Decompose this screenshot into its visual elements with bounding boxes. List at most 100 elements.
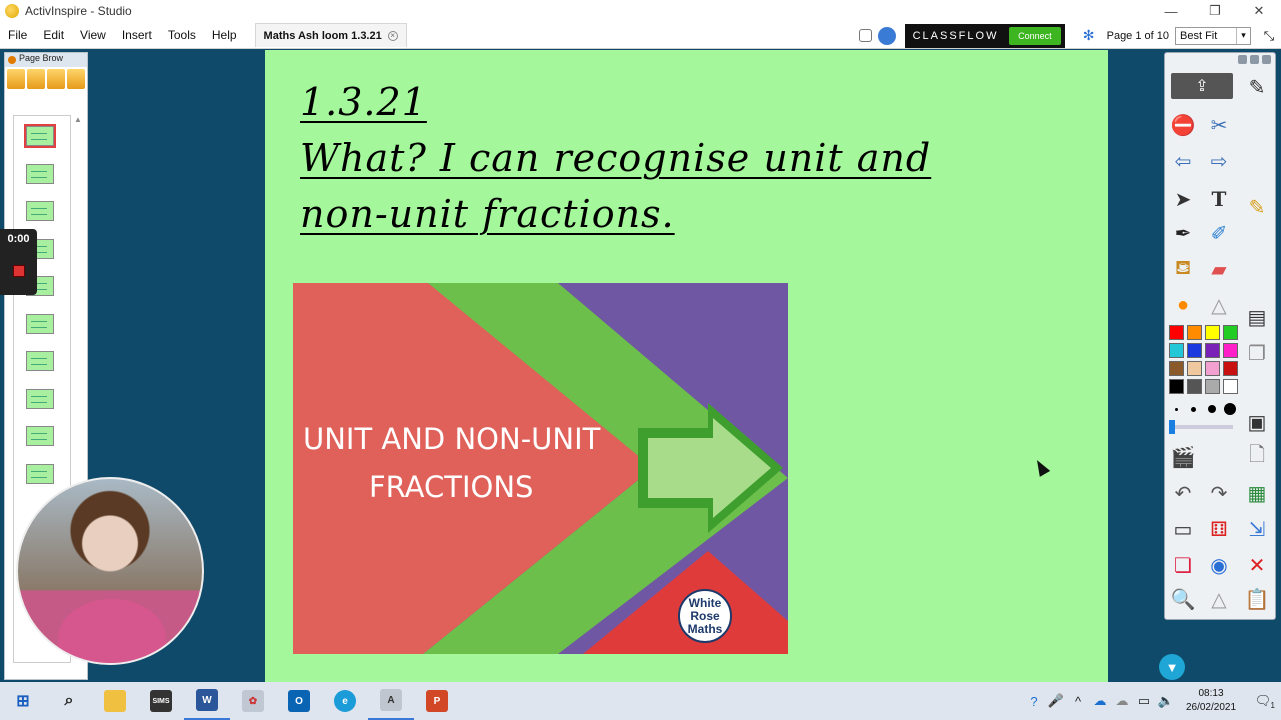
save-icon[interactable]: ▣ [1243, 408, 1271, 436]
pen-icon[interactable]: ✒ [1169, 219, 1197, 247]
pen-size-1[interactable] [1175, 408, 1178, 411]
menu-view[interactable]: View [72, 22, 114, 49]
word-button[interactable]: W [184, 682, 230, 720]
undo-icon[interactable]: ↶ [1169, 479, 1197, 507]
menu-insert[interactable]: Insert [114, 22, 160, 49]
color-swatch[interactable] [1205, 379, 1220, 394]
sims-button[interactable]: SIMS [138, 682, 184, 720]
pb-tool-icon[interactable] [27, 69, 45, 89]
color-picker-icon[interactable]: ● [1169, 291, 1197, 319]
export-icon[interactable]: ⇲ [1243, 515, 1271, 543]
clipboard-icon[interactable]: 📋 [1243, 585, 1271, 613]
previous-page-icon[interactable]: ⇦ [1169, 147, 1197, 175]
profile-pen-icon[interactable]: ✎ [1243, 73, 1271, 101]
resource-library-icon[interactable]: ❏ [1169, 551, 1197, 579]
text-icon[interactable]: T [1205, 185, 1233, 213]
chevron-up-icon[interactable]: ^ [1067, 690, 1089, 712]
maximize-button[interactable]: ❐ [1193, 0, 1237, 22]
select-icon[interactable]: ➤ [1169, 185, 1197, 213]
cloud-icon[interactable]: ☁ [1111, 690, 1133, 712]
pen-size-4[interactable] [1224, 403, 1236, 415]
document-tab[interactable]: Maths Ash loom 1.3.21 × [254, 23, 407, 47]
close-button[interactable]: ✕ [1237, 0, 1281, 22]
color-swatch[interactable] [1223, 379, 1238, 394]
shape-icon[interactable]: △ [1205, 291, 1233, 319]
collapse-toolbox-icon[interactable]: ▼ [1159, 654, 1185, 680]
shape-recognition-icon[interactable]: △ [1205, 585, 1233, 613]
page-thumbnail[interactable] [26, 163, 54, 184]
clock[interactable]: 08:13 26/02/2021 [1177, 687, 1245, 715]
stop-record-button[interactable] [12, 265, 25, 277]
extensions-icon[interactable] [877, 26, 896, 45]
pb-tool-icon[interactable] [7, 69, 25, 89]
next-page-icon[interactable]: ⇨ [1205, 147, 1233, 175]
color-swatch[interactable] [1169, 379, 1184, 394]
onedrive-icon[interactable]: ☁ [1089, 690, 1111, 712]
notifications-icon[interactable]: 🗨 1 [1245, 690, 1281, 712]
color-swatch[interactable] [1187, 325, 1202, 340]
page-thumbnail[interactable] [26, 426, 54, 446]
page-thumbnail[interactable] [26, 201, 54, 221]
tab-close-icon[interactable]: × [387, 30, 398, 41]
color-swatch[interactable] [1223, 361, 1238, 376]
powerpoint-button[interactable]: P [414, 682, 460, 720]
highlighter-icon[interactable]: ✐ [1205, 219, 1233, 247]
color-swatch[interactable] [1223, 325, 1238, 340]
color-swatch[interactable] [1169, 361, 1184, 376]
fill-icon[interactable]: ⛾ [1169, 255, 1197, 283]
start-button[interactable]: ⊞ [0, 682, 46, 720]
color-swatch[interactable] [1187, 343, 1202, 358]
file-explorer-button[interactable] [92, 682, 138, 720]
page-thumbnail[interactable] [26, 463, 54, 484]
layer-icon[interactable]: ▤ [1243, 303, 1271, 331]
share-button[interactable]: ⇪ [1171, 73, 1233, 99]
menu-help[interactable]: Help [204, 22, 245, 49]
volume-icon[interactable]: 🔈 [1155, 690, 1177, 712]
page-notes-icon[interactable] [858, 29, 872, 42]
page-thumbnail[interactable] [24, 124, 56, 148]
dice-icon[interactable]: ⚅ [1205, 515, 1233, 543]
color-swatch[interactable] [1205, 325, 1220, 340]
outlook-button[interactable]: O [276, 682, 322, 720]
classflow-connect-button[interactable]: Connect [1009, 26, 1061, 45]
fullscreen-icon[interactable]: ⤡ [1260, 27, 1278, 45]
scroll-up-icon[interactable]: ▲ [73, 115, 83, 124]
no-entry-icon[interactable]: ⛔ [1169, 111, 1197, 139]
zoom-select[interactable]: Best Fit ▾ [1175, 26, 1251, 45]
color-swatch[interactable] [1187, 379, 1202, 394]
help-icon[interactable]: ? [1023, 690, 1045, 712]
magnifier-icon[interactable]: 🔍 [1169, 585, 1197, 613]
eraser-icon[interactable]: ▰ [1205, 255, 1233, 283]
network-icon[interactable]: ▭ [1133, 690, 1155, 712]
page-thumbnail[interactable] [26, 388, 54, 409]
pb-tool-icon[interactable] [67, 69, 85, 89]
snowflake-icon[interactable]: ✻ [1080, 27, 1098, 45]
tools-icon[interactable]: ✂ [1205, 111, 1233, 139]
color-swatch[interactable] [1169, 343, 1184, 358]
blank-page-icon[interactable]: 🗋 [1243, 443, 1271, 471]
color-swatch[interactable] [1187, 361, 1202, 376]
pen-size-2[interactable] [1191, 407, 1196, 412]
delete-icon[interactable]: ✕ [1243, 551, 1271, 579]
search-button[interactable]: ⌕ [46, 682, 92, 720]
landscape-image-icon[interactable]: ▦ [1243, 479, 1271, 507]
menu-tools[interactable]: Tools [160, 22, 204, 49]
pen-size-3[interactable] [1208, 405, 1216, 413]
pen-width-slider[interactable] [1169, 420, 1233, 434]
copy-icon[interactable]: ❐ [1243, 339, 1271, 367]
microphone-icon[interactable]: 🎤 [1045, 690, 1067, 712]
reset-page-icon[interactable]: ▭ [1169, 515, 1197, 543]
color-swatch[interactable] [1223, 343, 1238, 358]
edge-button[interactable]: e [322, 682, 368, 720]
minimize-button[interactable]: — [1149, 0, 1193, 22]
color-swatch[interactable] [1169, 325, 1184, 340]
clapperboard-icon[interactable]: 🎬 [1169, 443, 1197, 471]
activinspire-button[interactable]: A [368, 682, 414, 720]
color-swatch[interactable] [1205, 361, 1220, 376]
menu-edit[interactable]: Edit [35, 22, 72, 49]
pen-tool-side-icon[interactable]: ✎ [1243, 193, 1271, 221]
pb-tool-icon[interactable] [47, 69, 65, 89]
page-thumbnail[interactable] [26, 313, 54, 334]
redo-icon[interactable]: ↷ [1205, 479, 1233, 507]
page-thumbnail[interactable] [26, 351, 54, 371]
